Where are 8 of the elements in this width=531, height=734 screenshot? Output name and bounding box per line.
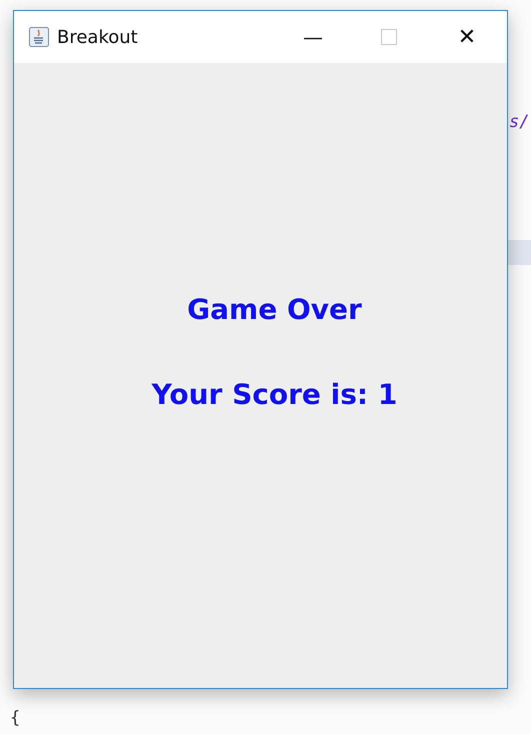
window-title: Breakout [57,26,139,48]
app-icon [29,27,49,47]
code-text: { [10,708,20,728]
minimize-button[interactable]: — [275,11,351,63]
game-message: Game Over [187,293,362,326]
game-message: Your Score is: 1 [152,378,398,411]
code-text: s/ [509,112,530,132]
close-button[interactable]: ✕ [427,11,507,63]
